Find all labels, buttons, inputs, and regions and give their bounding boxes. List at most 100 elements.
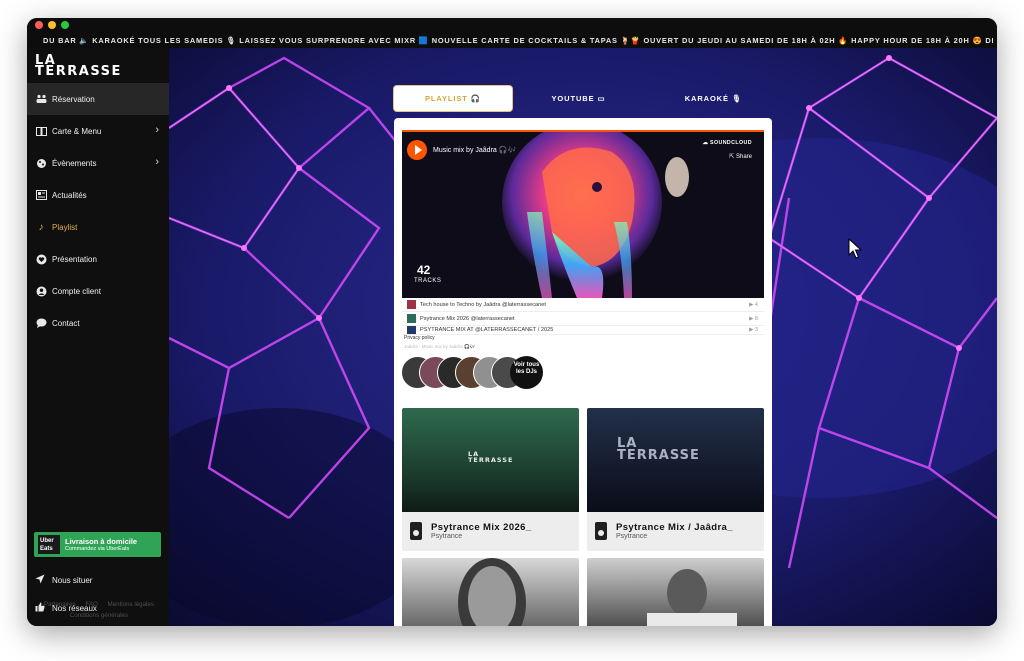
minimize-window-button[interactable] xyxy=(48,21,56,29)
nav-item-actualites[interactable]: Actualités xyxy=(27,179,169,211)
nav-item-playlist[interactable]: ♪ Playlist xyxy=(27,211,169,243)
mix-card-image: LA TERRASSE xyxy=(587,408,764,512)
tab-karaoke[interactable]: KARAOKÉ 🎙 xyxy=(666,86,761,111)
play-button[interactable] xyxy=(407,140,427,160)
book-icon xyxy=(35,125,47,137)
nav-item-contact[interactable]: Contact xyxy=(27,307,169,339)
mix-card-genre: Psytrance xyxy=(431,533,463,540)
player-title[interactable]: Music mix by Jaâdra 🎧🎶 xyxy=(433,146,516,154)
mix-card[interactable] xyxy=(587,558,764,626)
track-title: Tech house to Techno by Jaâdra @laterras… xyxy=(420,301,546,308)
share-icon: ⇱ xyxy=(729,154,735,160)
footer-link-mentions-legales[interactable]: Mentions légales xyxy=(108,601,154,608)
tracks-label: TRACKS xyxy=(414,278,442,284)
footer-link-faq[interactable]: FAQ xyxy=(85,601,97,608)
track-play-count: ▶ 3 xyxy=(749,327,758,333)
logo[interactable]: LA TERRASSE xyxy=(35,54,122,79)
share-label: Share xyxy=(735,154,752,160)
track-row[interactable]: Psytrance Mix 2026 @laterrassecanet ▶ 8 xyxy=(402,312,764,326)
logo-line-2: TERRASSE xyxy=(35,64,122,79)
media-tabs: PLAYLIST 🎧 YOUTUBE ▭ KARAOKÉ 🎙 xyxy=(394,86,772,111)
ubereats-logo: Uber Eats xyxy=(38,535,60,554)
nav-item-evenements[interactable]: Évènements › xyxy=(27,147,169,179)
party-icon xyxy=(35,157,47,169)
player-artwork xyxy=(402,132,764,298)
see-all-djs-button[interactable]: Voir tous les DJs xyxy=(510,356,543,389)
mix-card-image xyxy=(647,569,737,626)
tracks-count: 42 xyxy=(417,263,431,277)
footer-links: Partenaires FAQ Mentions légales Conditi… xyxy=(33,599,165,621)
maximize-window-button[interactable] xyxy=(61,21,69,29)
nav-item-label: Évènements xyxy=(52,158,97,168)
mix-card-title: Psytrance Mix / Jaâdra_ xyxy=(616,522,733,533)
mix-card-genre: Psytrance xyxy=(616,533,648,540)
playlist-panel: Music mix by Jaâdra 🎧🎶 ☁ SOUNDCLOUD ⇱ Sh… xyxy=(394,118,772,626)
announcement-ticker: DU BAR 🔈 KARAOKÉ TOUS LES SAMEDIS 🎙 LAIS… xyxy=(43,36,993,45)
mouse-cursor-icon xyxy=(848,238,862,259)
soundcloud-logo[interactable]: ☁ SOUNDCLOUD xyxy=(702,140,752,146)
mix-card[interactable] xyxy=(402,558,579,626)
player-credit[interactable]: Jaâdra · Music mix by Jaâdra 🎧🎶 xyxy=(404,344,475,350)
ubereats-logo-line-2: Eats xyxy=(40,545,53,552)
track-thumbnail xyxy=(407,326,416,334)
nav-item-presentation[interactable]: Présentation xyxy=(27,243,169,275)
nav-item-compte-client[interactable]: Compte client xyxy=(27,275,169,307)
speaker-icon xyxy=(595,522,607,540)
mix-card-image: LA TERRASSE xyxy=(402,408,579,512)
nav-item-label: Réservation xyxy=(52,94,95,104)
nous-situer-label: Nous situer xyxy=(52,575,93,585)
ubereats-title: Livraison à domicile xyxy=(65,537,138,546)
mix-card-title: Psytrance Mix 2026_ xyxy=(431,522,532,533)
news-icon xyxy=(35,189,47,201)
main-content: PLAYLIST 🎧 YOUTUBE ▭ KARAOKÉ 🎙 Music mix… xyxy=(169,48,997,626)
ubereats-delivery-button[interactable]: Uber Eats Livraison à domicile Commandez… xyxy=(34,532,161,557)
heart-icon xyxy=(35,253,47,265)
track-row[interactable]: PSYTRANCE MIX AT @LATERRASSECANET / 2025… xyxy=(402,326,764,335)
tab-playlist[interactable]: PLAYLIST 🎧 xyxy=(394,86,512,111)
nav-item-label: Compte client xyxy=(52,286,101,296)
nous-situer-link[interactable]: Nous situer xyxy=(35,573,92,587)
people-icon xyxy=(35,93,47,105)
nav-item-carte-menu[interactable]: Carte & Menu › xyxy=(27,115,169,147)
share-button[interactable]: ⇱ Share xyxy=(729,153,752,160)
footer-link-conditions-generales[interactable]: Conditions générales xyxy=(70,612,128,619)
card-image-logo: LA TERRASSE xyxy=(468,451,514,464)
speaker-icon xyxy=(410,522,422,540)
card-image-logo-line-2: TERRASSE xyxy=(468,455,514,464)
browser-window: DU BAR 🔈 KARAOKÉ TOUS LES SAMEDIS 🎙 LAIS… xyxy=(27,18,997,626)
nav-item-reservation[interactable]: Réservation xyxy=(27,83,169,115)
nav-item-label: Playlist xyxy=(52,222,78,232)
nav-item-label: Contact xyxy=(52,318,80,328)
footer-link-partenaires[interactable]: Partenaires xyxy=(44,601,76,608)
tab-youtube[interactable]: YOUTUBE ▭ xyxy=(536,86,621,111)
user-icon xyxy=(35,285,47,297)
track-title: PSYTRANCE MIX AT @LATERRASSECANET / 2025 xyxy=(420,327,554,333)
soundcloud-player[interactable]: Music mix by Jaâdra 🎧🎶 ☁ SOUNDCLOUD ⇱ Sh… xyxy=(402,130,764,298)
sidebar: LA TERRASSE Réservation Carte & Menu › É… xyxy=(27,48,169,626)
nav-item-label: Actualités xyxy=(52,190,87,200)
track-play-count: ▶ 4 xyxy=(749,301,758,308)
chevron-right-icon: › xyxy=(155,124,159,136)
card-image-logo: LA TERRASSE xyxy=(617,437,700,463)
track-thumbnail xyxy=(407,314,416,323)
mix-card[interactable]: LA TERRASSE Psytrance Mix 2026_ Psytrance xyxy=(402,408,579,551)
chat-icon xyxy=(35,317,47,329)
track-play-count: ▶ 8 xyxy=(749,315,758,322)
track-list: Tech house to Techno by Jaâdra @laterras… xyxy=(402,298,764,335)
mix-card[interactable]: LA TERRASSE Psytrance Mix / Jaâdra_ Psytr… xyxy=(587,408,764,551)
nav-item-label: Présentation xyxy=(52,254,97,264)
track-row[interactable]: Tech house to Techno by Jaâdra @laterras… xyxy=(402,298,764,312)
main-nav: Réservation Carte & Menu › Évènements › xyxy=(27,83,169,339)
soundcloud-brand: SOUNDCLOUD xyxy=(710,140,752,146)
mix-card-image xyxy=(458,558,526,626)
track-title: Psytrance Mix 2026 @laterrassecanet xyxy=(420,315,515,322)
nav-item-label: Carte & Menu xyxy=(52,126,102,136)
privacy-policy-link[interactable]: Privacy policy xyxy=(404,335,435,341)
chevron-right-icon: › xyxy=(155,156,159,168)
music-note-icon: ♪ xyxy=(38,221,44,233)
close-window-button[interactable] xyxy=(35,21,43,29)
location-arrow-icon xyxy=(35,574,47,587)
ubereats-subtitle: Commandez via UberEats xyxy=(65,546,130,552)
card-image-logo-line-2: TERRASSE xyxy=(617,447,700,463)
ubereats-logo-line-1: Uber xyxy=(40,537,54,544)
